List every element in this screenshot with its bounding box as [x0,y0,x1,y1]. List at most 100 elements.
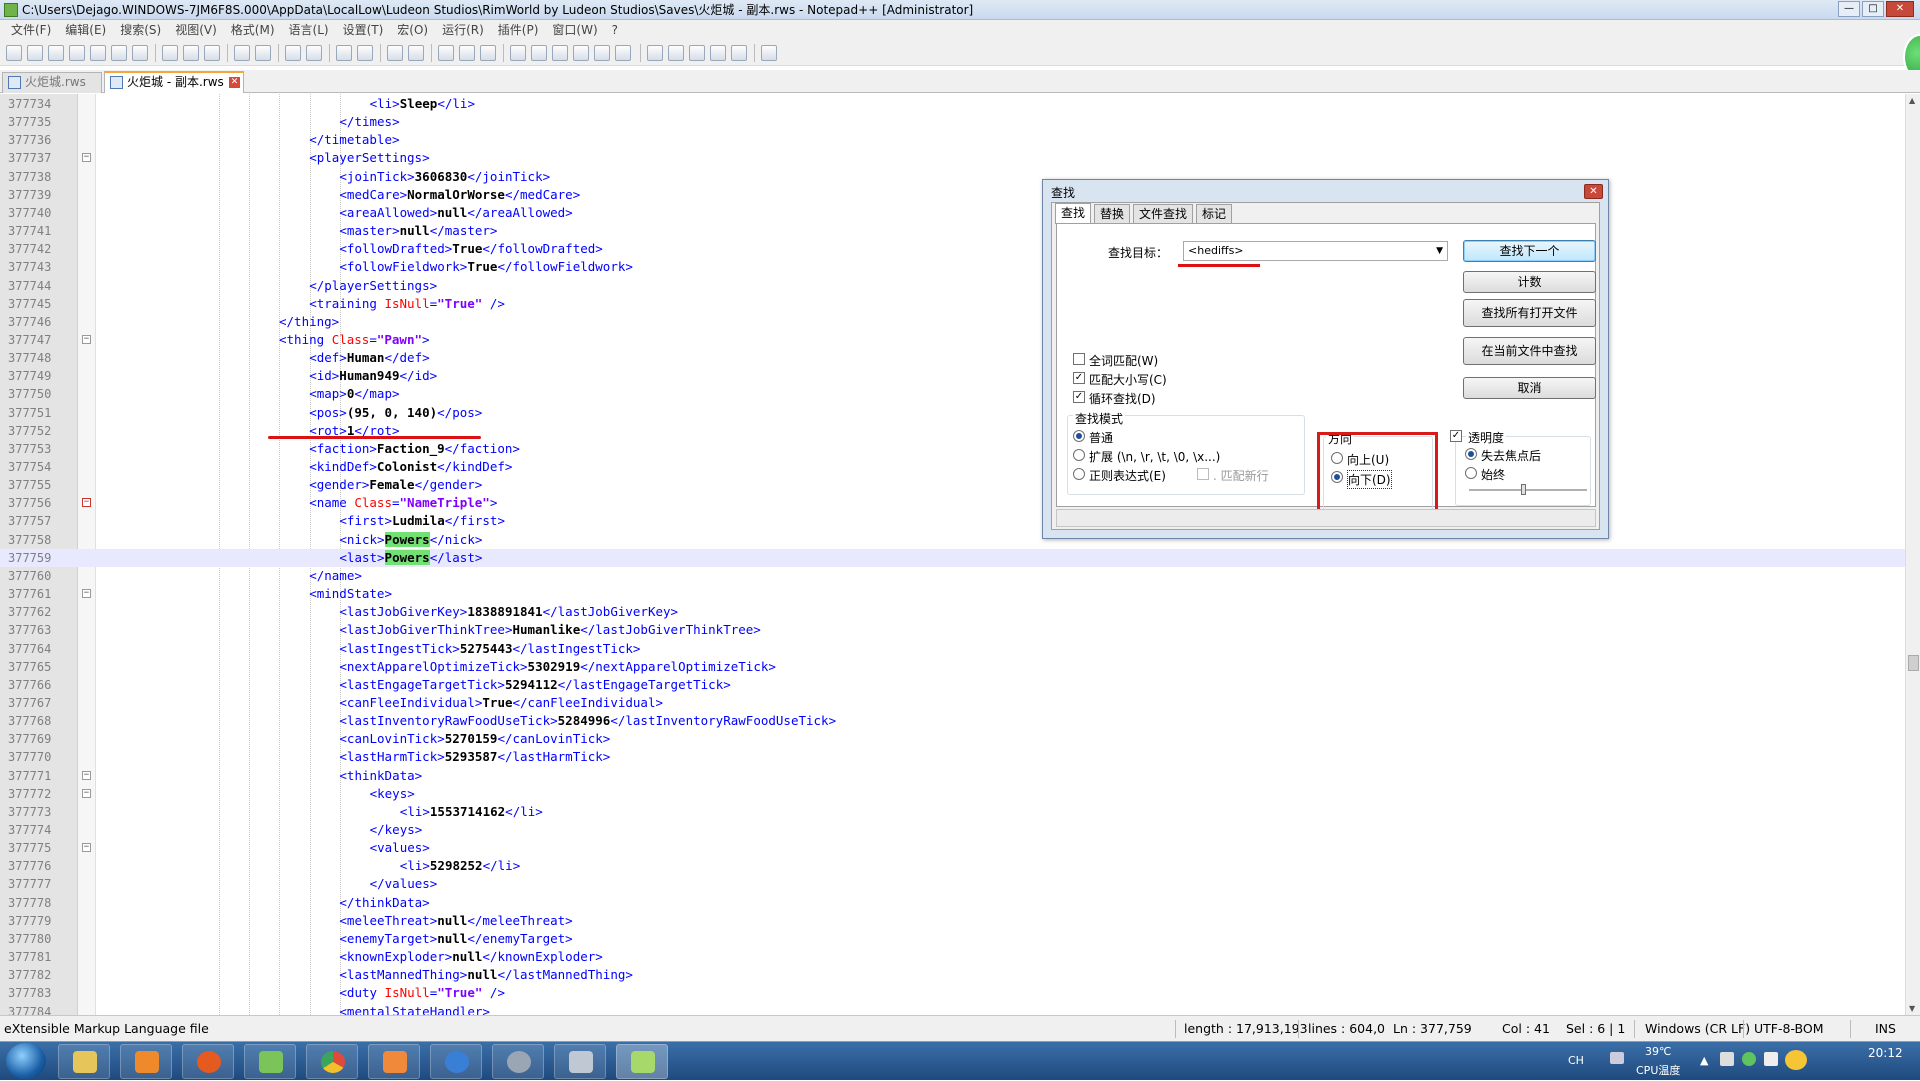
search-mode-regex-radio[interactable] [1073,468,1085,480]
menu-settings[interactable]: 设置(T) [336,20,391,40]
new-file-icon[interactable] [6,45,22,61]
find-all-current-doc-button[interactable]: 在当前文件中查找 [1463,337,1596,365]
code-line[interactable]: 377738 <joinTick>3606830</joinTick> [0,168,1905,186]
keyboard-icon[interactable] [1610,1052,1624,1064]
code-line[interactable]: 377744 </playerSettings> [0,277,1905,295]
word-wrap-icon[interactable] [438,45,454,61]
code-line[interactable]: 377740 <areaAllowed>null</areaAllowed> [0,204,1905,222]
code-line[interactable]: 377780 <enemyTarget>null</enemyTarget> [0,930,1905,948]
code-line[interactable]: 377739 <medCare>NormalOrWorse</medCare> [0,186,1905,204]
menu-run[interactable]: 运行(R) [435,20,491,40]
explorer-icon[interactable] [58,1044,110,1079]
slider-thumb[interactable] [1521,484,1526,495]
fold-toggle-icon[interactable]: − [82,589,91,599]
print-icon[interactable] [132,45,148,61]
start-orb-icon[interactable] [6,1043,46,1079]
code-line[interactable]: 377781 <knownExploder>null</knownExploder… [0,948,1905,966]
match-case-checkbox[interactable]: ✓ [1073,372,1085,384]
code-line[interactable]: 377734 <li>Sleep</li> [0,95,1905,113]
eye-icon[interactable] [615,45,631,61]
scroll-up-icon[interactable]: ▲ [1909,96,1915,105]
function-list-icon[interactable] [552,45,568,61]
code-line[interactable]: 377741 <master>null</master> [0,222,1905,240]
code-line[interactable]: 377763 <lastJobGiverThinkTree>Humanlike</… [0,621,1905,639]
whole-word-label[interactable]: 全词匹配(W) [1089,352,1158,369]
code-line[interactable]: 377735 </times> [0,113,1905,131]
code-line[interactable]: 377751 <pos>(95, 0, 140)</pos> [0,404,1905,422]
transparency-always-radio[interactable] [1465,467,1477,479]
code-line[interactable]: 377753 <faction>Faction_9</faction> [0,440,1905,458]
tray-app-icon[interactable] [1785,1050,1807,1070]
close-all-icon[interactable] [111,45,127,61]
globe-icon[interactable] [430,1044,482,1079]
code-line[interactable]: 377768 <lastInventoryRawFoodUseTick>52849… [0,712,1905,730]
play-macro-icon[interactable] [689,45,705,61]
code-line[interactable]: 377759 <last>Powers</last> [0,548,1905,567]
transparency-slider[interactable] [1469,484,1587,495]
record-macro-icon[interactable] [647,45,663,61]
code-line[interactable]: 377773 <li>1553714162</li> [0,803,1905,821]
volume-icon[interactable] [1764,1052,1778,1066]
code-line[interactable]: 377747 − <thing Class="Pawn"> [0,331,1905,349]
tab-file-copy[interactable]: 火炬城 - 副本.rws ✕ [104,71,244,93]
settings-wheel-icon[interactable] [492,1044,544,1079]
code-line[interactable]: 377782 <lastMannedThing>null</lastMannedT… [0,966,1905,984]
sync-horizontal-icon[interactable] [408,45,424,61]
scroll-down-icon[interactable]: ▼ [1909,1004,1915,1013]
security-shield-icon[interactable] [1742,1052,1756,1066]
code-line[interactable]: 377774 </keys> [0,821,1905,839]
code-line[interactable]: 377736 </timetable> [0,131,1905,149]
code-line[interactable]: 377762 <lastJobGiverKey>1838891841</lastJ… [0,603,1905,621]
cancel-button[interactable]: 取消 [1463,377,1596,399]
doc-map-icon[interactable] [531,45,547,61]
replace-icon[interactable] [306,45,322,61]
network-icon[interactable] [1720,1052,1734,1066]
code-line[interactable]: 377765 <nextApparelOptimizeTick>5302919</… [0,658,1905,676]
find-next-button[interactable]: 查找下一个 [1463,240,1596,262]
maximize-button[interactable]: □ [1862,1,1884,17]
fold-toggle-icon[interactable]: − [82,334,91,344]
code-line[interactable]: 377761 − <mindState> [0,585,1905,603]
zoom-in-icon[interactable] [336,45,352,61]
clock-label[interactable]: 20:12 [1868,1046,1903,1060]
code-line[interactable]: 377775 − <values> [0,839,1905,857]
dialog-close-button[interactable]: ✕ [1584,184,1603,199]
code-line[interactable]: 377764 <lastIngestTick>5275443</lastInges… [0,640,1905,658]
transparency-on-lose-focus-label[interactable]: 失去焦点后 [1481,447,1541,464]
code-line[interactable]: 377755 <gender>Female</gender> [0,476,1905,494]
search-mode-extended-radio[interactable] [1073,449,1085,461]
code-line[interactable]: 377757 <first>Ludmila</first> [0,512,1905,530]
code-line[interactable]: 377779 <meleeThreat>null</meleeThreat> [0,912,1905,930]
code-line[interactable]: 377749 <id>Human949</id> [0,367,1905,385]
editor-area[interactable]: 377734 <li>Sleep</li> 377735 </times> 377736… [0,94,1905,1015]
show-all-chars-icon[interactable] [459,45,475,61]
find-all-open-docs-button[interactable]: 查找所有打开文件 [1463,299,1596,327]
transparency-always-label[interactable]: 始终 [1481,466,1505,483]
count-button[interactable]: 计数 [1463,271,1596,293]
fold-toggle-icon[interactable]: − [82,788,91,798]
tab-find-in-files[interactable]: 文件查找 [1133,204,1194,223]
code-line[interactable]: 377742 <followDrafted>True</followDrafted… [0,240,1905,258]
plugin-icon[interactable] [761,45,777,61]
find-icon[interactable] [285,45,301,61]
fold-toggle-icon[interactable]: − [82,498,91,508]
sync-vertical-icon[interactable] [387,45,403,61]
whole-word-checkbox[interactable] [1073,353,1085,365]
code-line[interactable]: 377743 <followFieldwork>True</followField… [0,258,1905,276]
fold-toggle-icon[interactable]: − [82,770,91,780]
firefox-icon[interactable] [182,1044,234,1079]
scrollbar-thumb[interactable] [1908,655,1919,671]
run-macro-multiple-icon[interactable] [710,45,726,61]
search-mode-normal-label[interactable]: 普通 [1089,429,1113,446]
notepadpp-icon[interactable] [616,1044,668,1079]
code-line[interactable]: 377777 </values> [0,875,1905,893]
save-all-icon[interactable] [69,45,85,61]
tools-icon[interactable] [554,1044,606,1079]
menu-window[interactable]: 窗口(W) [545,20,604,40]
tray-expand-icon[interactable]: ▲ [1700,1054,1708,1067]
code-line[interactable]: 377783 <duty IsNull="True" /> [0,984,1905,1002]
chrome-icon[interactable] [306,1044,358,1079]
minimize-button[interactable]: — [1838,1,1860,17]
language-icon[interactable] [510,45,526,61]
menu-view[interactable]: 视图(V) [168,20,224,40]
